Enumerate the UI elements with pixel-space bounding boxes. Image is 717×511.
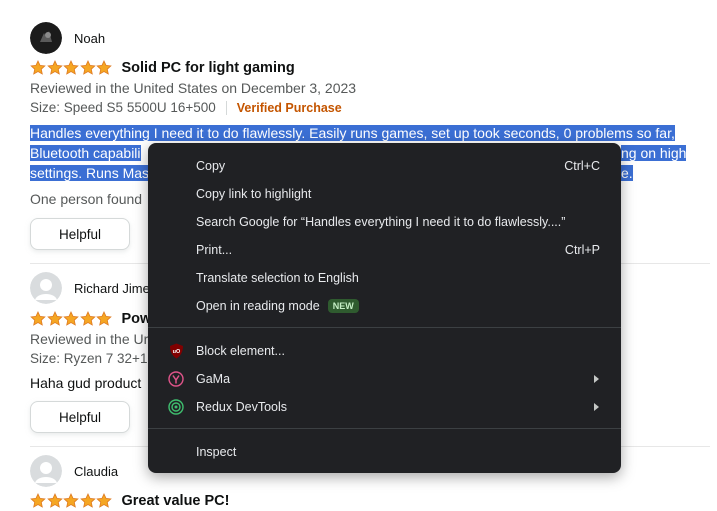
star-icon bbox=[96, 493, 112, 508]
menu-separator bbox=[148, 428, 621, 429]
menu-item-label: Copy bbox=[196, 159, 226, 173]
verified-purchase-badge: Verified Purchase bbox=[236, 100, 342, 115]
review-title-row: Solid PC for light gaming bbox=[30, 57, 295, 79]
review-body-line: Bluetooth capabili bbox=[30, 145, 141, 161]
context-menu: Copy Ctrl+C Copy link to highlight Searc… bbox=[148, 143, 621, 473]
review-date: Reviewed in the United States on Decembe… bbox=[30, 80, 357, 96]
review-title-row: Pow bbox=[30, 308, 151, 330]
menu-item-search-google[interactable]: Search Google for “Handles everything I … bbox=[148, 208, 621, 236]
ublock-origin-icon: uO bbox=[168, 343, 184, 359]
menu-item-label: Copy link to highlight bbox=[196, 187, 312, 201]
menu-item-label: Translate selection to English bbox=[196, 271, 359, 285]
menu-item-label: Block element... bbox=[196, 344, 285, 358]
menu-item-shortcut: Ctrl+P bbox=[564, 243, 600, 257]
star-icon bbox=[46, 60, 63, 75]
reviewer-profile[interactable]: Richard Jime bbox=[30, 272, 150, 304]
reviewer-name[interactable]: Claudia bbox=[74, 464, 118, 479]
reviewer-name[interactable]: Richard Jime bbox=[74, 281, 150, 296]
review: Claudia bbox=[30, 455, 118, 487]
avatar bbox=[30, 22, 62, 54]
review-body-line: ng on high bbox=[621, 145, 687, 161]
menu-separator bbox=[148, 327, 621, 328]
menu-item-redux-devtools[interactable]: Redux DevTools bbox=[148, 393, 621, 421]
star-icon bbox=[30, 60, 46, 75]
helpful-button[interactable]: Helpful bbox=[30, 401, 130, 433]
new-badge: NEW bbox=[327, 299, 359, 313]
menu-item-label: Open in reading mode NEW bbox=[196, 299, 359, 313]
menu-item-gama[interactable]: GaMa bbox=[148, 365, 621, 393]
menu-item-copy-link-to-highlight[interactable]: Copy link to highlight bbox=[148, 180, 621, 208]
reviewer-profile[interactable]: Claudia bbox=[30, 455, 118, 487]
menu-item-text: Open in reading mode bbox=[196, 299, 320, 313]
review-title-row: Great value PC! bbox=[30, 490, 230, 511]
chevron-right-icon bbox=[594, 375, 599, 383]
helpful-button[interactable]: Helpful bbox=[30, 218, 130, 250]
star-icon bbox=[96, 60, 112, 75]
menu-item-shortcut: Ctrl+C bbox=[564, 159, 600, 173]
menu-item-copy[interactable]: Copy Ctrl+C bbox=[148, 152, 621, 180]
star-icon bbox=[30, 311, 46, 326]
review: Richard Jime bbox=[30, 272, 150, 304]
menu-item-label: Search Google for “Handles everything I … bbox=[196, 215, 566, 229]
star-icon bbox=[63, 60, 79, 75]
star-rating[interactable] bbox=[30, 60, 113, 76]
review-body-line: settings. Runs Mas bbox=[30, 165, 150, 181]
reviewer-profile[interactable]: Noah bbox=[30, 22, 105, 54]
menu-item-translate[interactable]: Translate selection to English bbox=[148, 264, 621, 292]
star-rating[interactable] bbox=[30, 311, 113, 327]
menu-item-label: Inspect bbox=[196, 445, 237, 459]
svg-text:uO: uO bbox=[172, 349, 180, 355]
star-icon bbox=[79, 311, 96, 326]
gama-extension-icon bbox=[168, 371, 184, 387]
divider bbox=[225, 100, 227, 115]
review-body-line: Handles everything I need it to do flawl… bbox=[30, 125, 675, 141]
review: Noah bbox=[30, 22, 105, 54]
star-icon bbox=[46, 493, 63, 508]
star-icon bbox=[79, 493, 96, 508]
star-rating[interactable] bbox=[30, 493, 113, 509]
star-icon bbox=[96, 311, 112, 326]
size-label[interactable]: Size: Speed S5 5500U 16+500 bbox=[30, 100, 216, 115]
menu-item-label: Redux DevTools bbox=[196, 400, 288, 414]
star-icon bbox=[63, 311, 79, 326]
menu-item-print[interactable]: Print... Ctrl+P bbox=[148, 236, 621, 264]
menu-item-block-element[interactable]: uO Block element... bbox=[148, 337, 621, 365]
redux-devtools-icon bbox=[168, 399, 184, 415]
chevron-right-icon bbox=[594, 403, 599, 411]
avatar bbox=[30, 455, 62, 487]
star-icon bbox=[63, 493, 79, 508]
star-icon bbox=[30, 493, 46, 508]
review-title[interactable]: Solid PC for light gaming bbox=[122, 60, 295, 76]
menu-item-reading-mode[interactable]: Open in reading mode NEW bbox=[148, 292, 621, 320]
star-icon bbox=[79, 60, 96, 75]
menu-item-inspect[interactable]: Inspect bbox=[148, 438, 621, 466]
review-title[interactable]: Pow bbox=[122, 311, 152, 327]
review-body-fragment: ng on high bbox=[621, 143, 687, 163]
review-title[interactable]: Great value PC! bbox=[122, 493, 230, 509]
size-label[interactable]: Size: Ryzen 7 32+1 bbox=[30, 351, 147, 366]
menu-item-label: Print... bbox=[196, 243, 233, 257]
review-body-line: e. bbox=[621, 165, 633, 181]
star-icon bbox=[46, 311, 63, 326]
avatar bbox=[30, 272, 62, 304]
review-variant: Size: Speed S5 5500U 16+500 Verified Pur… bbox=[30, 100, 342, 115]
review-body: Haha gud product bbox=[30, 375, 142, 391]
helpful-count: One person found bbox=[30, 191, 143, 207]
review-body-fragment: e. bbox=[621, 163, 633, 183]
menu-item-label: GaMa bbox=[196, 372, 231, 386]
reviewer-name[interactable]: Noah bbox=[74, 31, 105, 46]
review-date: Reviewed in the Ur bbox=[30, 331, 149, 347]
